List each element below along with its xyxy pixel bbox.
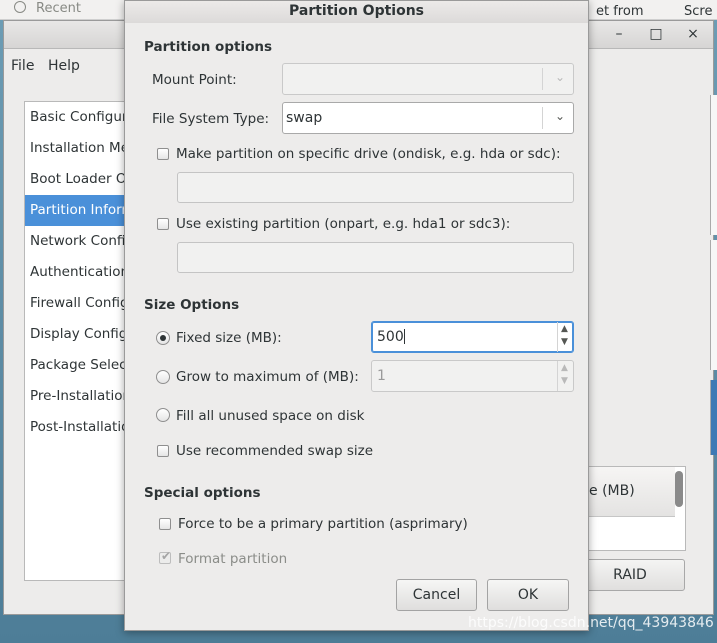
mount-point-combo[interactable]: ⌄ — [282, 63, 574, 95]
grow-to-maximum-radio[interactable] — [156, 370, 170, 384]
close-icon[interactable]: × — [685, 26, 701, 42]
recommended-swap-label: Use recommended swap size — [176, 443, 374, 459]
specific-drive-input[interactable] — [177, 172, 574, 203]
mount-point-label: Mount Point: — [152, 72, 237, 88]
chevron-down-icon: ⌄ — [554, 109, 565, 123]
partition-table[interactable]: e (MB) — [588, 466, 686, 551]
nav-item-post-installation-script[interactable]: Post-Installation Script — [25, 412, 133, 443]
nav-item-package-selection[interactable]: Package Selection — [25, 350, 133, 381]
nav-item-firewall-configuration[interactable]: Firewall Configuration — [25, 288, 133, 319]
existing-partition-label: Use existing partition (onpart, e.g. hda… — [176, 216, 511, 232]
nav-item-display-configuration[interactable]: Display Configuration — [25, 319, 133, 350]
special-options-header: Special options — [144, 485, 261, 501]
file-system-type-combo[interactable]: swap ⌄ — [282, 102, 574, 134]
spin-buttons: ▲ ▼ — [557, 361, 573, 391]
fill-unused-space-radio[interactable] — [156, 408, 170, 422]
spin-buttons: ▲ ▼ — [557, 322, 573, 352]
table-column-header[interactable]: e (MB) — [589, 467, 675, 517]
force-primary-label: Force to be a primary partition (asprima… — [178, 516, 468, 532]
fixed-size-spinbutton[interactable]: 500 ▲ ▼ — [371, 321, 574, 353]
fill-unused-space-label: Fill all unused space on disk — [176, 408, 365, 424]
spin-down-icon[interactable]: ▼ — [561, 337, 568, 347]
menu-file[interactable]: File — [11, 58, 34, 74]
format-partition-checkbox[interactable]: ✔ — [159, 549, 172, 564]
radio-dot — [160, 335, 166, 341]
nav-item-boot-loader-options[interactable]: Boot Loader Options — [25, 164, 133, 195]
text-caret — [403, 329, 405, 344]
size-options-header: Size Options — [144, 297, 240, 313]
combo-separator — [542, 107, 543, 129]
background-window-sliver — [710, 240, 717, 370]
nav-item-pre-installation-script[interactable]: Pre-Installation Script — [25, 381, 133, 412]
fixed-size-radio[interactable] — [156, 331, 170, 345]
recent-item[interactable]: Recent — [14, 1, 81, 16]
maximize-icon[interactable]: □ — [648, 26, 664, 42]
spin-up-icon[interactable]: ▲ — [561, 363, 568, 373]
background-window-sliver — [710, 380, 717, 455]
fixed-size-value: 500 — [377, 329, 405, 345]
format-partition-label: Format partition — [178, 551, 288, 567]
grow-to-maximum-spinbutton[interactable]: 1 ▲ ▼ — [371, 360, 574, 392]
grow-to-maximum-label: Grow to maximum of (MB): — [176, 369, 359, 385]
recent-label: Recent — [36, 1, 81, 16]
nav-item-network-configuration[interactable]: Network Configuration — [25, 226, 133, 257]
background-text-fragment: et from — [596, 4, 644, 19]
table-scrollbar[interactable] — [675, 471, 683, 507]
background-text-fragment: Scre — [684, 4, 713, 19]
watermark-text: https://blog.csdn.net/qq_43943846 — [468, 615, 714, 631]
nav-item-installation-method[interactable]: Installation Method — [25, 133, 133, 164]
chevron-down-icon: ⌄ — [554, 70, 565, 84]
menu-help[interactable]: Help — [48, 58, 80, 74]
recommended-swap-checkbox[interactable] — [157, 445, 169, 457]
spin-down-icon[interactable]: ▼ — [561, 376, 568, 386]
ok-button[interactable]: OK — [487, 579, 569, 611]
raid-button[interactable]: RAID — [575, 559, 685, 591]
fixed-size-label: Fixed size (MB): — [176, 330, 282, 346]
checkmark-icon: ✔ — [161, 549, 172, 563]
file-system-type-label: File System Type: — [152, 111, 270, 127]
nav-item-basic-configuration[interactable]: Basic Configuration — [25, 102, 133, 133]
cancel-button[interactable]: Cancel — [396, 579, 477, 611]
clock-icon — [14, 1, 26, 13]
background-window-sliver — [710, 95, 717, 235]
force-primary-checkbox[interactable] — [159, 518, 171, 530]
spin-up-icon[interactable]: ▲ — [561, 324, 568, 334]
specific-drive-checkbox[interactable] — [157, 148, 169, 160]
partition-options-dialog: Partition Options Partition options Moun… — [124, 0, 589, 631]
existing-partition-checkbox[interactable] — [157, 218, 169, 230]
file-system-type-value: swap — [286, 110, 323, 126]
nav-item-partition-information[interactable]: Partition Information — [25, 195, 133, 226]
nav-item-authentication[interactable]: Authentication — [25, 257, 133, 288]
section-nav-list: Basic Configuration Installation Method … — [24, 101, 134, 581]
minimize-icon[interactable]: – — [611, 26, 627, 42]
existing-partition-input[interactable] — [177, 242, 574, 273]
combo-separator — [542, 68, 543, 90]
specific-drive-label: Make partition on specific drive (ondisk… — [176, 146, 561, 162]
dialog-title: Partition Options — [125, 1, 588, 23]
grow-to-maximum-value: 1 — [377, 368, 386, 384]
fixed-size-text: 500 — [377, 329, 404, 345]
partition-options-header: Partition options — [144, 39, 272, 55]
